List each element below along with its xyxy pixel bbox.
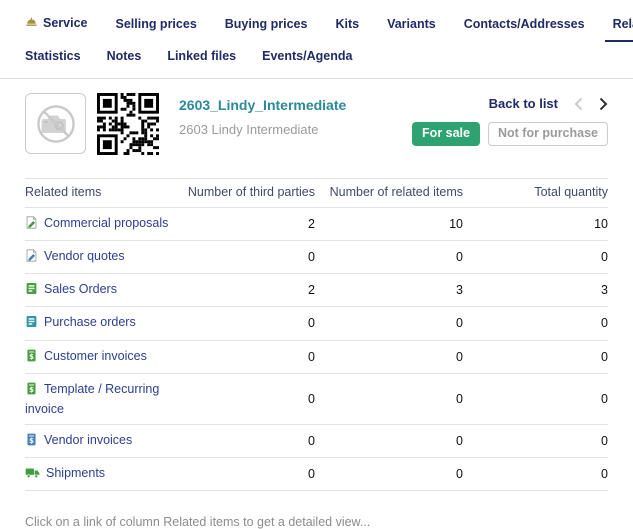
tab-statistics[interactable]: Statistics xyxy=(25,49,81,63)
tab-linked-files[interactable]: Linked files xyxy=(167,49,236,63)
related-items-count: 10 xyxy=(315,208,463,241)
order-icon xyxy=(25,282,38,300)
related-items-table: Related items Number of third parties Nu… xyxy=(25,178,608,491)
column-header-third-parties: Number of third parties xyxy=(175,179,315,208)
service-icon xyxy=(25,16,38,32)
not-for-purchase-badge: Not for purchase xyxy=(488,122,608,146)
invoice-icon: $ xyxy=(25,382,38,400)
footer-hint: Click on a link of column Related items … xyxy=(25,515,608,529)
tab-related-items[interactable]: Related items xyxy=(613,17,633,31)
total-quantity: 0 xyxy=(463,340,608,373)
tabs-primary: Service Selling prices Buying prices Kit… xyxy=(0,0,633,32)
tabs-secondary: Statistics Notes Linked files Events/Age… xyxy=(0,49,633,63)
total-quantity: 0 xyxy=(463,307,608,340)
vendor-invoices-link[interactable]: Vendor invoices xyxy=(44,433,132,447)
next-arrow-icon[interactable] xyxy=(599,97,608,111)
total-quantity: 0 xyxy=(463,458,608,491)
total-quantity: 0 xyxy=(463,241,608,274)
column-header-related-items: Related items xyxy=(25,179,175,208)
for-sale-badge: For sale xyxy=(412,122,480,146)
third-parties-count: 0 xyxy=(175,373,315,424)
shipments-link[interactable]: Shipments xyxy=(46,466,105,480)
total-quantity: 3 xyxy=(463,274,608,307)
related-items-count: 0 xyxy=(315,373,463,424)
related-items-count: 0 xyxy=(315,241,463,274)
tab-variants[interactable]: Variants xyxy=(387,17,436,31)
proposal-icon xyxy=(25,249,38,267)
third-parties-count: 0 xyxy=(175,307,315,340)
proposal-icon xyxy=(25,216,38,234)
svg-text:$: $ xyxy=(29,386,34,394)
third-parties-count: 0 xyxy=(175,458,315,491)
related-items-count: 0 xyxy=(315,424,463,457)
table-row: $Template / Recurring invoice 0 0 0 xyxy=(25,373,608,424)
third-parties-count: 0 xyxy=(175,340,315,373)
tab-events-agenda[interactable]: Events/Agenda xyxy=(262,49,352,63)
related-items-count: 0 xyxy=(315,307,463,340)
order-icon xyxy=(25,315,38,333)
header-nav-block: Back to list For sale Not for purchase xyxy=(412,93,608,155)
table-header-row: Related items Number of third parties Nu… xyxy=(25,179,608,208)
template-recurring-invoice-link[interactable]: Template / Recurring invoice xyxy=(25,382,159,416)
vendor-quotes-link[interactable]: Vendor quotes xyxy=(44,249,125,263)
tab-kits[interactable]: Kits xyxy=(335,17,359,31)
commercial-proposals-link[interactable]: Commercial proposals xyxy=(44,216,168,230)
total-quantity: 0 xyxy=(463,373,608,424)
product-title-block: 2603_Lindy_Intermediate 2603 Lindy Inter… xyxy=(179,93,346,155)
svg-text:$: $ xyxy=(29,437,34,445)
invoice-icon: $ xyxy=(25,433,38,451)
table-row: Sales Orders 2 3 3 xyxy=(25,274,608,307)
third-parties-count: 0 xyxy=(175,241,315,274)
shipment-icon xyxy=(25,466,40,484)
purchase-orders-link[interactable]: Purchase orders xyxy=(44,315,136,329)
svg-text:$: $ xyxy=(29,353,34,361)
tab-contacts-addresses[interactable]: Contacts/Addresses xyxy=(464,17,585,31)
third-parties-count: 2 xyxy=(175,274,315,307)
invoice-icon: $ xyxy=(25,349,38,367)
prev-arrow-icon[interactable] xyxy=(574,97,583,111)
related-items-count: 0 xyxy=(315,458,463,491)
tab-selling-prices[interactable]: Selling prices xyxy=(115,17,196,31)
related-items-count: 3 xyxy=(315,274,463,307)
column-header-related-count: Number of related items xyxy=(315,179,463,208)
tabbar-divider xyxy=(0,78,633,79)
back-to-list-link[interactable]: Back to list xyxy=(489,96,558,111)
table-row: Shipments 0 0 0 xyxy=(25,458,608,491)
sales-orders-link[interactable]: Sales Orders xyxy=(44,282,117,296)
third-parties-count: 2 xyxy=(175,208,315,241)
product-title: 2603_Lindy_Intermediate xyxy=(179,97,346,113)
qr-code-image xyxy=(97,93,159,155)
tab-buying-prices[interactable]: Buying prices xyxy=(225,17,308,31)
table-row: $ Customer invoices 0 0 0 xyxy=(25,340,608,373)
column-header-total-quantity: Total quantity xyxy=(463,179,608,208)
product-subtitle: 2603 Lindy Intermediate xyxy=(179,122,346,137)
total-quantity: 10 xyxy=(463,208,608,241)
no-photo-placeholder-icon xyxy=(25,93,86,154)
customer-invoices-link[interactable]: Customer invoices xyxy=(44,349,147,363)
table-row: Commercial proposals 2 10 10 xyxy=(25,208,608,241)
related-items-count: 0 xyxy=(315,340,463,373)
table-row: $ Vendor invoices 0 0 0 xyxy=(25,424,608,457)
tab-notes[interactable]: Notes xyxy=(107,49,142,63)
total-quantity: 0 xyxy=(463,424,608,457)
table-row: Purchase orders 0 0 0 xyxy=(25,307,608,340)
product-header: 2603_Lindy_Intermediate 2603 Lindy Inter… xyxy=(25,93,608,155)
tab-service[interactable]: Service xyxy=(25,16,87,32)
table-row: Vendor quotes 0 0 0 xyxy=(25,241,608,274)
third-parties-count: 0 xyxy=(175,424,315,457)
